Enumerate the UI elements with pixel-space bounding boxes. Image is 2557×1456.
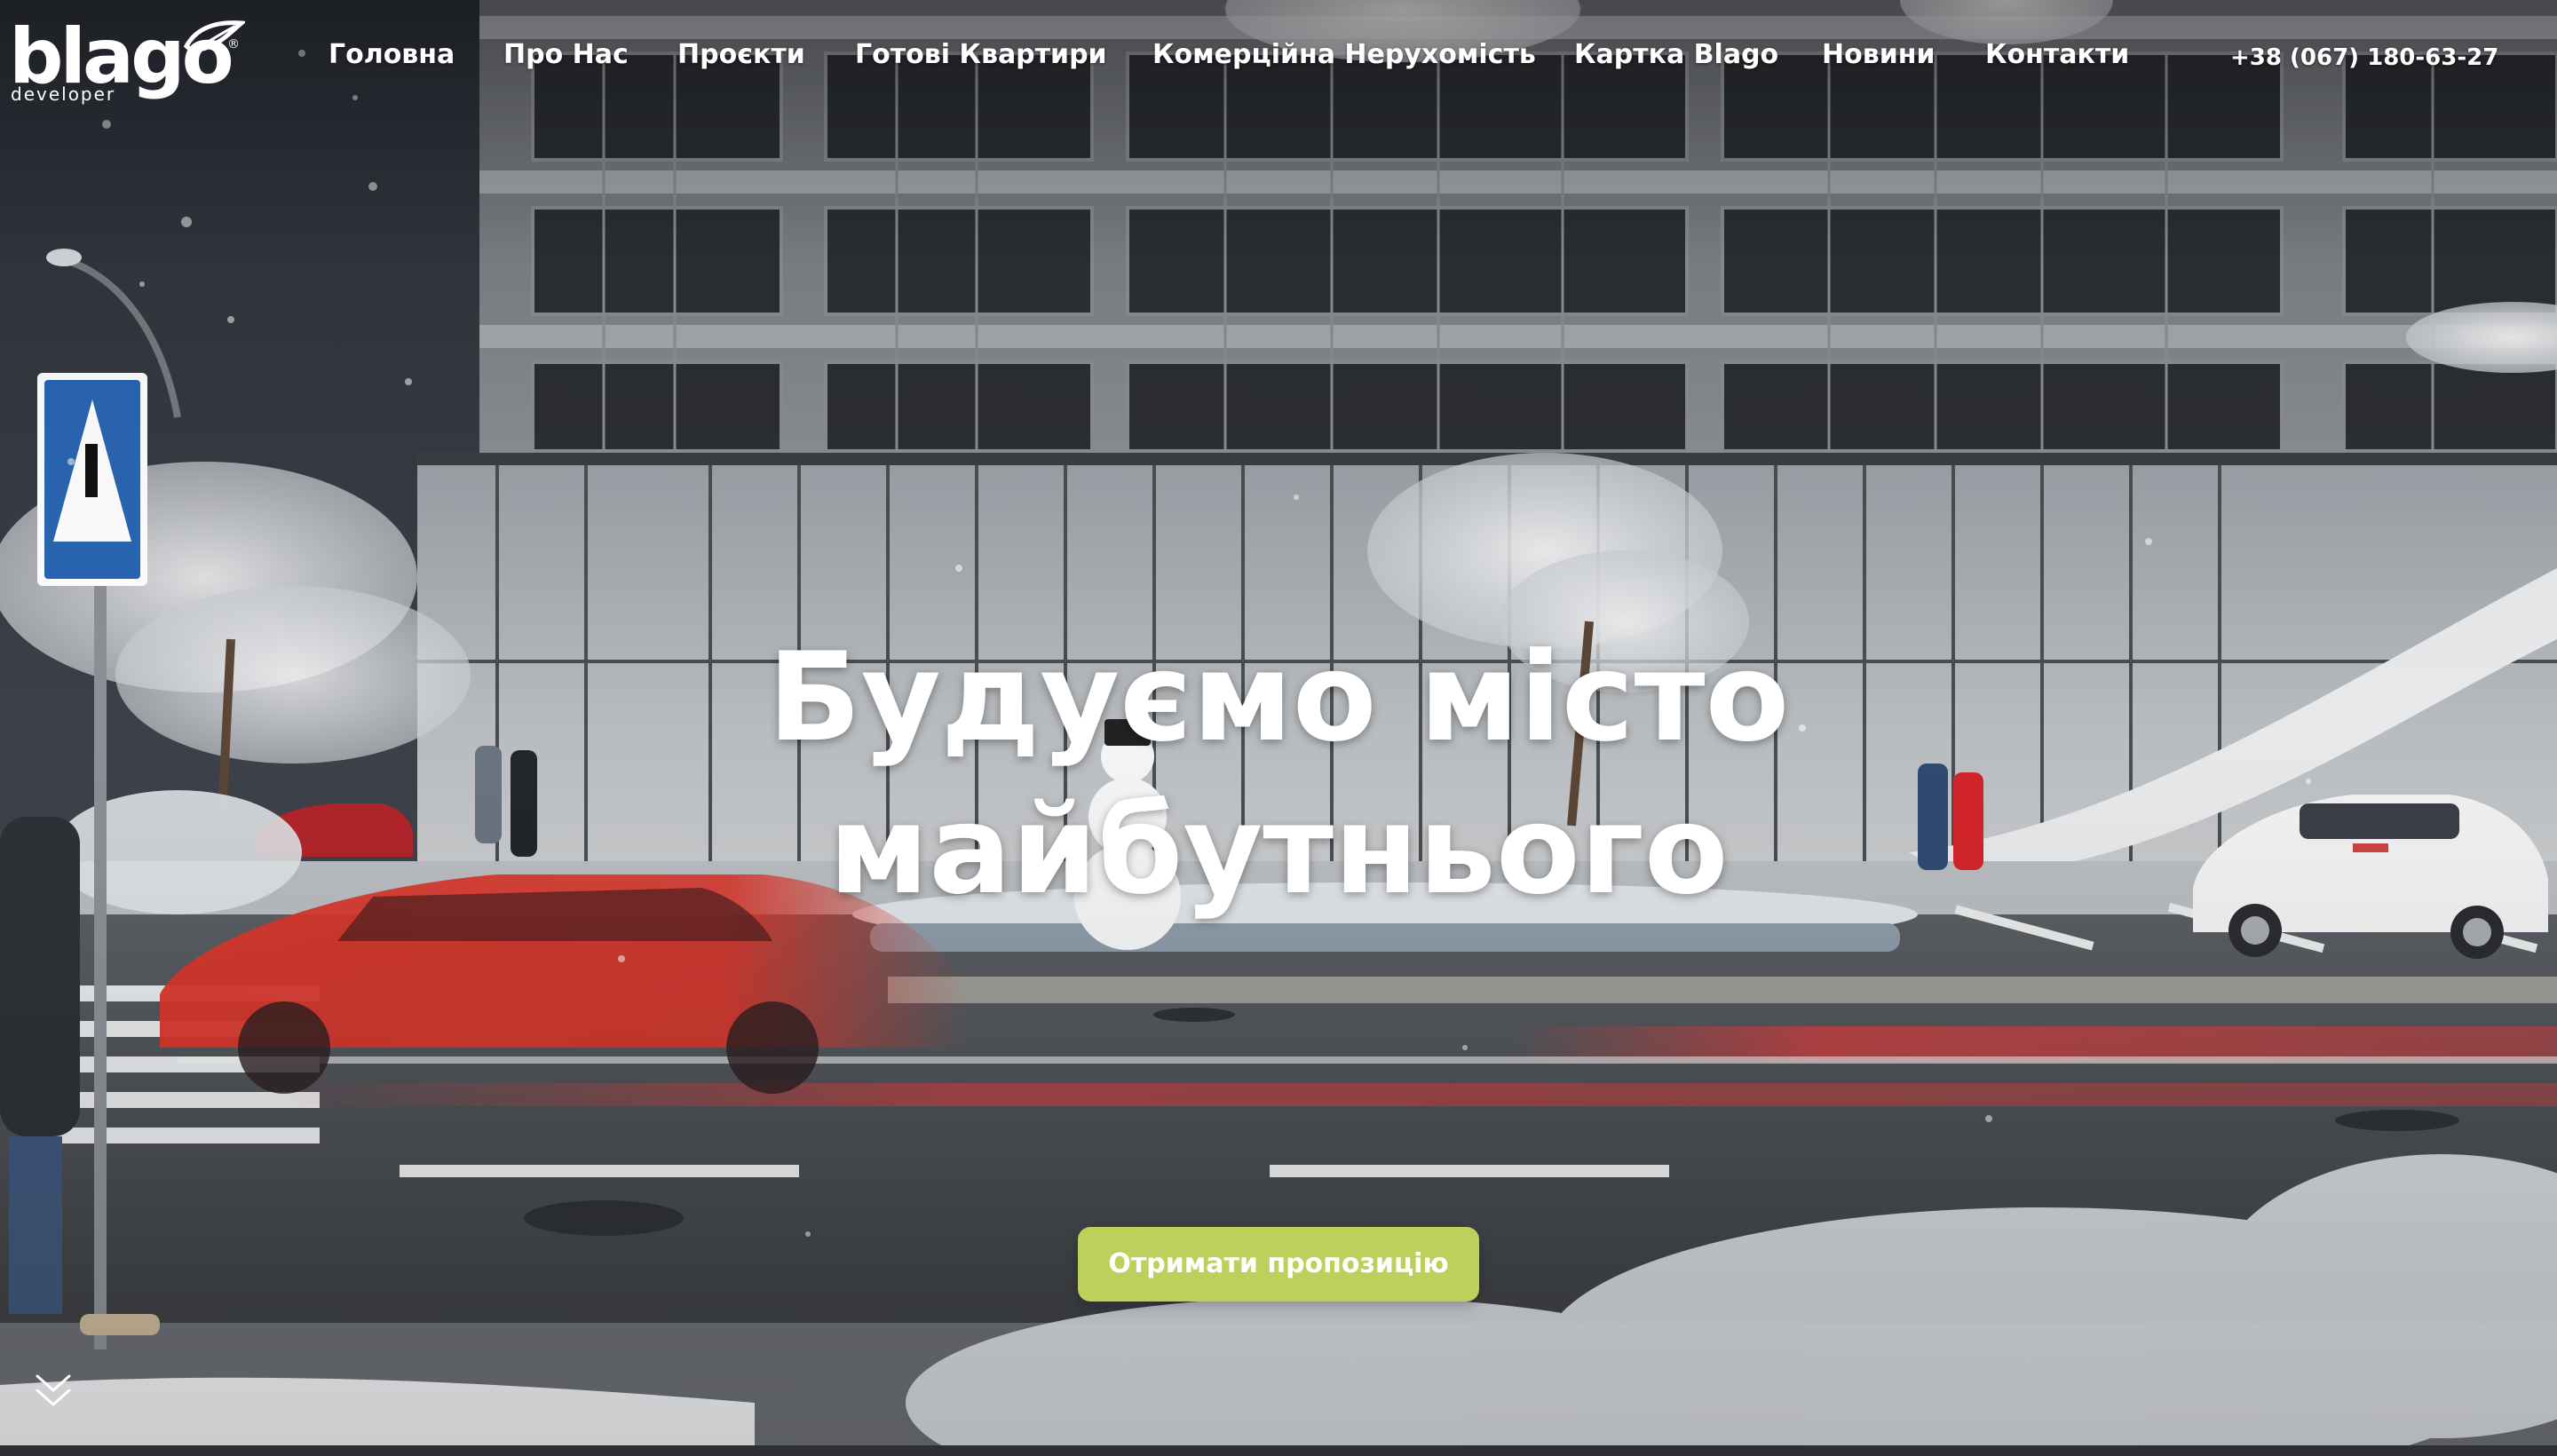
chevron-double-down-icon[interactable] (34, 1371, 73, 1412)
site-header: blago ® developer Головна Про Нас Проєкт… (0, 0, 2557, 124)
nav-item-blago-card[interactable]: Картка Blago (1574, 39, 1778, 70)
get-offer-button[interactable]: Отримати пропозицію (1078, 1227, 1479, 1302)
nav-item-commercial[interactable]: Комерційна Нерухомість (1152, 39, 1536, 70)
nav-item-news[interactable]: Новини (1822, 39, 1935, 70)
brand-logo[interactable]: blago ® developer (9, 12, 249, 110)
nav-item-ready-apartments[interactable]: Готові Квартири (855, 39, 1107, 70)
brand-logo-subtext: developer (11, 83, 116, 105)
hero-title-line1: Будуємо місто (767, 626, 1790, 769)
bottom-strip (0, 1445, 2557, 1456)
nav-item-home[interactable]: Головна (329, 39, 455, 70)
registered-mark: ® (227, 37, 240, 51)
hero-section: blago ® developer Головна Про Нас Проєкт… (0, 0, 2557, 1456)
phone-link[interactable]: +38 (067) 180-63-27 (2230, 44, 2498, 71)
nav-item-about[interactable]: Про Нас (503, 39, 629, 70)
nav-item-projects[interactable]: Проєкти (677, 39, 805, 70)
nav-item-contacts[interactable]: Контакти (1985, 39, 2129, 70)
hero-title: Будуємо місто майбутнього (657, 621, 1900, 927)
hero-title-line2: майбутнього (828, 779, 1729, 922)
